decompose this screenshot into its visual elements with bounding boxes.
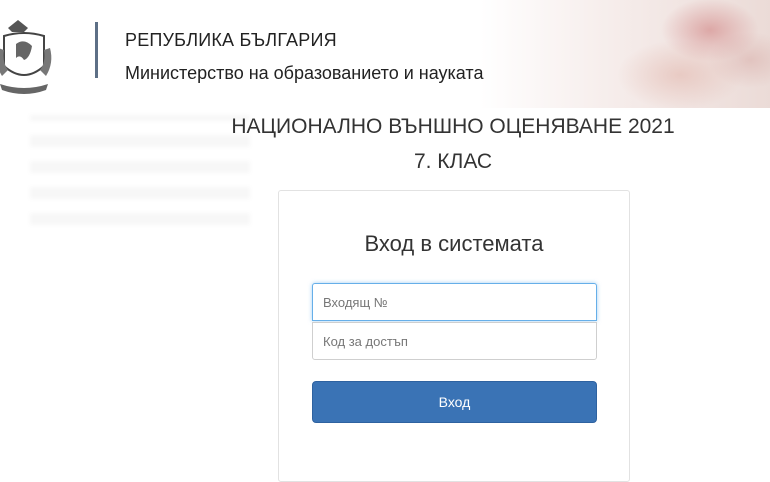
access-code-input[interactable]	[312, 322, 597, 360]
header-divider	[95, 22, 98, 78]
exam-grade: 7. КЛАС	[413, 150, 493, 173]
exam-title: НАЦИОНАЛНО ВЪНШНО ОЦЕНЯВАНЕ 2021	[231, 115, 675, 138]
country-name: РЕПУБЛИКА БЪЛГАРИЯ	[125, 30, 337, 50]
login-button[interactable]: Вход	[312, 381, 597, 423]
ministry-name: Министерство на образованието и науката	[125, 63, 484, 83]
coat-of-arms-logo	[0, 20, 52, 94]
login-card: Вход в системата Вход	[278, 190, 630, 482]
header-background-photo	[480, 0, 770, 108]
entry-number-input[interactable]	[312, 283, 597, 321]
login-title: Вход в системата	[364, 231, 544, 256]
